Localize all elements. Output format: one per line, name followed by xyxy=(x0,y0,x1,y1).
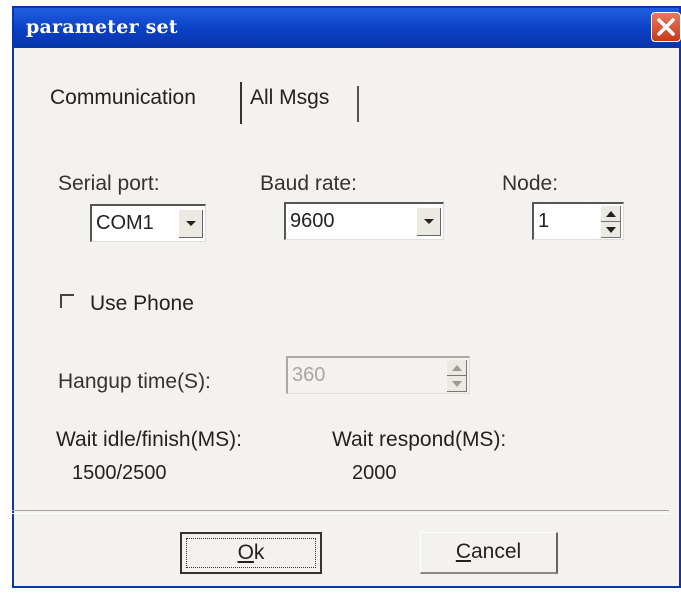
window-title: parameter set xyxy=(26,16,178,38)
wait-respond-label: Wait respond(MS): xyxy=(332,428,507,451)
wait-respond-value: 2000 xyxy=(352,462,397,484)
tab-communication[interactable]: Communication xyxy=(50,86,196,110)
chevron-down-icon xyxy=(186,221,196,226)
tab-edge xyxy=(357,86,359,122)
close-icon xyxy=(657,18,675,36)
node-label: Node: xyxy=(502,172,559,195)
triangle-down-icon xyxy=(606,227,616,233)
chevron-down-icon xyxy=(424,219,434,224)
node-value: 1 xyxy=(538,210,550,232)
cancel-label-rest: ancel xyxy=(470,540,522,563)
close-button[interactable] xyxy=(651,12,681,42)
baud-rate-value: 9600 xyxy=(290,210,335,232)
triangle-up-icon xyxy=(452,365,462,371)
cancel-mnemonic: C xyxy=(455,540,471,563)
tab-divider xyxy=(240,82,242,124)
baud-rate-dropdown-button[interactable] xyxy=(417,208,441,236)
hangup-decrement-button[interactable] xyxy=(447,376,467,392)
baud-rate-select[interactable]: 9600 xyxy=(284,202,444,240)
node-decrement-button[interactable] xyxy=(601,222,621,238)
title-bar[interactable]: parameter set xyxy=(14,8,681,48)
separator xyxy=(12,510,669,514)
hangup-time-label: Hangup time(S): xyxy=(58,370,211,393)
hangup-increment-button[interactable] xyxy=(447,360,467,376)
wait-idle-label: Wait idle/finish(MS): xyxy=(56,428,242,451)
cancel-button[interactable]: Cancel xyxy=(420,532,558,574)
tab-all-msgs[interactable]: All Msgs xyxy=(250,86,329,110)
triangle-down-icon xyxy=(452,381,462,387)
use-phone-checkbox[interactable] xyxy=(60,294,74,308)
wait-idle-value: 1500/2500 xyxy=(72,462,167,484)
focus-rect xyxy=(186,538,316,568)
triangle-up-icon xyxy=(606,211,616,217)
hangup-time-spinner[interactable]: 360 xyxy=(286,356,470,394)
serial-port-value: COM1 xyxy=(96,212,154,234)
node-increment-button[interactable] xyxy=(601,206,621,222)
serial-port-label: Serial port: xyxy=(58,172,160,195)
ok-button[interactable]: Ok xyxy=(180,532,322,574)
hangup-time-value: 360 xyxy=(292,364,326,386)
serial-port-select[interactable]: COM1 xyxy=(90,204,206,242)
serial-port-dropdown-button[interactable] xyxy=(179,210,203,238)
baud-rate-label: Baud rate: xyxy=(260,172,357,195)
use-phone-label[interactable]: Use Phone xyxy=(90,292,194,316)
node-spinner[interactable]: 1 xyxy=(532,202,624,240)
